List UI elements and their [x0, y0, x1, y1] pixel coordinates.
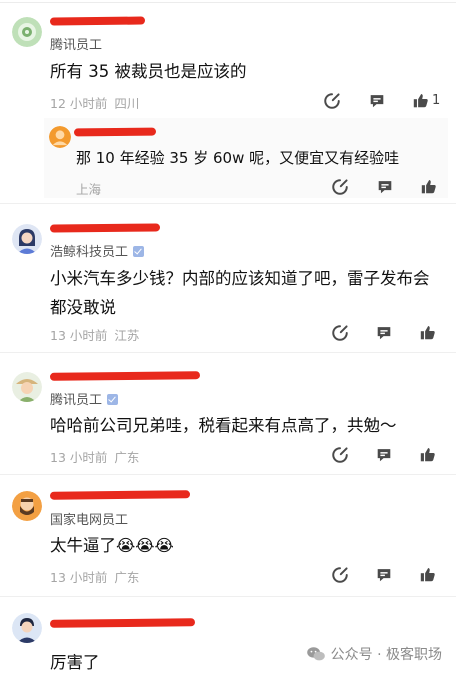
avatar[interactable] — [12, 372, 42, 402]
like-icon[interactable] — [419, 566, 437, 584]
comment-text: 小米汽车多少钱？内部的应该知道了吧，雷子发布会都没敢说 — [50, 269, 430, 317]
location: 广东 — [114, 570, 140, 585]
comment-text: 厉害了 — [50, 653, 100, 672]
redacted-username — [49, 490, 191, 500]
redacted-username — [49, 371, 201, 381]
company-label: 腾讯员工 — [50, 38, 103, 53]
comment-icon[interactable] — [376, 178, 394, 196]
comment-icon[interactable] — [375, 566, 393, 584]
location: 四川 — [114, 96, 140, 111]
reply-text: 那 10 年经验 35 岁 60w 呢，又便宜又有经验哇 — [76, 149, 400, 167]
avatar[interactable] — [12, 17, 42, 47]
watermark-text: 公众号 · 极客职场 — [330, 647, 442, 663]
company-label: 腾讯员工 — [50, 389, 119, 408]
comment-icon[interactable] — [375, 324, 393, 342]
comment-icon[interactable] — [368, 92, 386, 110]
comment-meta: 13 小时前 广东 — [50, 447, 139, 466]
company-label: 国家电网员工 — [50, 513, 129, 528]
comment-icon[interactable] — [375, 446, 393, 464]
divider — [0, 203, 456, 204]
redacted-username — [73, 127, 157, 137]
divider — [0, 474, 456, 475]
timestamp: 12 小时前 — [50, 96, 108, 111]
redacted-username — [49, 16, 146, 26]
timestamp: 13 小时前 — [50, 570, 108, 585]
avatar[interactable] — [12, 491, 42, 521]
comment-text: 太牛逼了😭😭😭 — [50, 536, 174, 555]
like-icon[interactable] — [419, 446, 437, 464]
verified-badge-icon — [107, 394, 119, 405]
wechat-icon — [306, 647, 325, 661]
reply-container: 那 10 年经验 35 岁 60w 呢，又便宜又有经验哇 上海 — [44, 118, 448, 198]
location: 广东 — [114, 450, 140, 465]
like-icon[interactable] — [419, 324, 437, 342]
comment-text: 所有 35 被裁员也是应该的 — [50, 62, 247, 81]
reply-icon[interactable] — [323, 92, 341, 110]
reply-icon[interactable] — [331, 324, 349, 342]
location: 江苏 — [114, 328, 140, 343]
watermark: 公众号 · 极客职场 — [306, 644, 442, 664]
like-icon[interactable] — [412, 92, 430, 110]
avatar[interactable] — [12, 613, 42, 643]
comment-text: 哈哈前公司兄弟哇，税看起来有点高了，共勉～ — [50, 416, 397, 435]
redacted-username — [49, 223, 161, 233]
avatar[interactable] — [49, 126, 71, 148]
comment-meta: 13 小时前 广东 — [50, 567, 139, 586]
divider — [0, 352, 456, 353]
reply-icon[interactable] — [331, 446, 349, 464]
reply-icon[interactable] — [331, 178, 349, 196]
avatar[interactable] — [12, 224, 42, 254]
like-count: 1 — [432, 93, 441, 108]
redacted-username — [49, 618, 196, 628]
comment-meta: 12 小时前 四川 — [50, 93, 139, 112]
like-icon[interactable] — [420, 178, 438, 196]
reply-icon[interactable] — [331, 566, 349, 584]
company-label: 浩鲸科技员工 — [50, 241, 145, 260]
divider — [0, 596, 456, 597]
top-divider — [0, 2, 456, 3]
timestamp: 13 小时前 — [50, 450, 108, 465]
timestamp: 13 小时前 — [50, 328, 108, 343]
verified-badge-icon — [133, 246, 145, 257]
comment-meta: 13 小时前 江苏 — [50, 325, 139, 344]
location: 上海 — [76, 182, 102, 197]
